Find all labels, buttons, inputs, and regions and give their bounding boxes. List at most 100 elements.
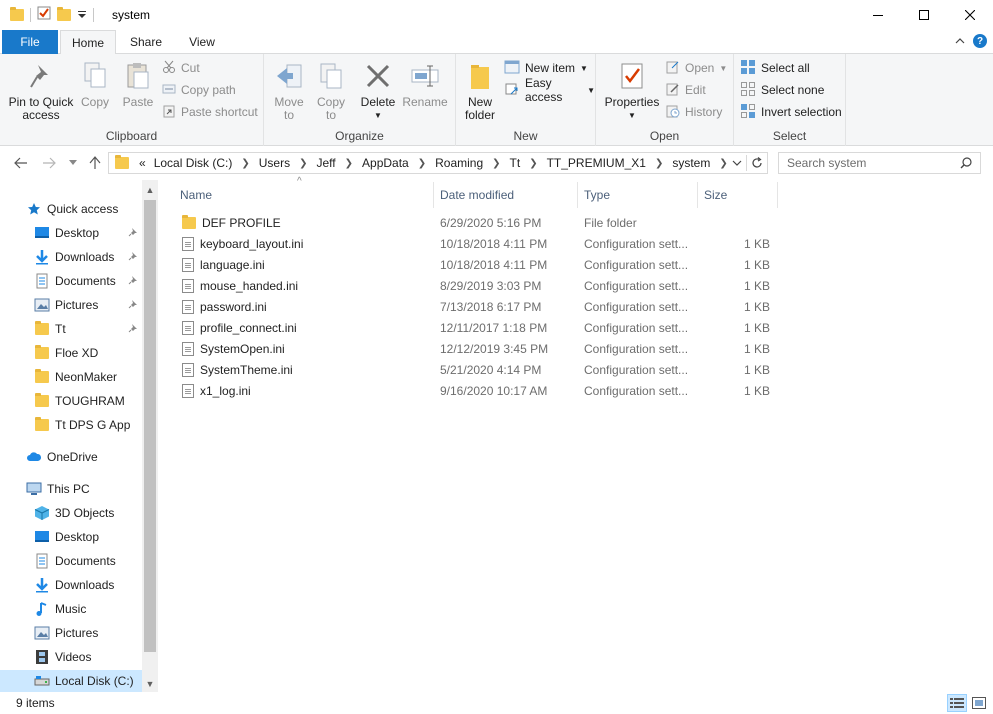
breadcrumb-item[interactable]: Jeff [313,156,340,170]
customize-qat-icon[interactable] [77,8,87,22]
cut-button[interactable]: Cut [162,58,200,78]
pin-icon[interactable] [128,250,138,264]
help-icon[interactable]: ? [973,34,987,48]
nav-item-pc-desktop[interactable]: Desktop [34,526,140,548]
tab-file[interactable]: File [2,30,58,54]
nav-quick-access[interactable]: Quick access [26,198,140,220]
breadcrumb-item[interactable]: system [668,156,714,170]
move-to-button[interactable]: Move to [272,60,306,122]
column-header-name[interactable]: Name [174,182,434,208]
nav-this-pc[interactable]: This PC [26,478,140,500]
nav-item-pc-pictures[interactable]: Pictures [34,622,140,644]
expand-ribbon-icon[interactable] [955,34,965,48]
file-row[interactable]: SystemTheme.ini 5/21/2020 4:14 PM Config… [174,359,778,380]
chevron-right-icon[interactable]: ❯ [524,158,542,169]
select-all-button[interactable]: Select all [740,58,810,78]
invert-selection-button[interactable]: Invert selection [740,102,842,122]
nav-item-music[interactable]: Music [34,598,140,620]
file-row[interactable]: language.ini 10/18/2018 4:11 PM Configur… [174,254,778,275]
open-button[interactable]: Open ▼ [666,58,727,78]
breadcrumb-item[interactable]: Local Disk (C:) [150,156,237,170]
breadcrumb-item[interactable]: AppData [358,156,413,170]
up-button[interactable] [86,154,104,172]
paste-button[interactable]: Paste [118,60,158,109]
pin-icon[interactable] [128,322,138,336]
nav-item-3d-objects[interactable]: 3D Objects [34,502,140,524]
search-box[interactable] [778,152,981,174]
address-bar[interactable]: « Local Disk (C:) ❯ Users ❯ Jeff ❯ AppDa… [108,152,768,174]
column-header-size[interactable]: Size [698,182,778,208]
scroll-down-icon[interactable]: ▼ [142,676,158,692]
nav-item-pictures[interactable]: Pictures [34,294,140,316]
close-button[interactable] [947,0,993,30]
select-none-button[interactable]: Select none [740,80,824,100]
breadcrumb-item[interactable]: Users [255,156,294,170]
breadcrumb-item[interactable]: Roaming [431,156,487,170]
nav-onedrive[interactable]: OneDrive [26,446,140,468]
easy-access-button[interactable]: Easy access ▼ [504,76,595,104]
pin-to-quick-access-button[interactable]: Pin to Quick access [8,60,74,122]
refresh-icon[interactable] [747,157,767,169]
file-row[interactable]: profile_connect.ini 12/11/2017 1:18 PM C… [174,317,778,338]
chevron-right-icon[interactable]: ❯ [236,158,254,169]
history-button[interactable]: History [666,102,722,122]
pin-icon[interactable] [128,274,138,288]
search-input[interactable] [787,156,957,170]
nav-item-local-disk[interactable]: Local Disk (C:) [0,670,142,692]
properties-button[interactable]: Properties ▼ [604,60,660,122]
nav-item-tt-dps-g-app[interactable]: Tt DPS G App [34,414,140,436]
tab-share[interactable]: Share [120,30,172,54]
address-dropdown-icon[interactable] [728,160,746,166]
chevron-right-icon[interactable]: ❯ [650,158,668,169]
breadcrumb-overflow[interactable]: « [135,156,150,170]
file-row[interactable]: x1_log.ini 9/16/2020 10:17 AM Configurat… [174,380,778,401]
tab-home[interactable]: Home [60,30,116,55]
paste-shortcut-button[interactable]: Paste shortcut [162,102,258,122]
column-header-date[interactable]: Date modified [434,182,578,208]
new-folder-icon[interactable] [57,6,71,21]
nav-item-floe-xd[interactable]: Floe XD [34,342,140,364]
pin-icon[interactable] [128,298,138,312]
nav-item-pc-downloads[interactable]: Downloads [34,574,140,596]
delete-button[interactable]: Delete ▼ [360,60,396,122]
nav-scrollbar[interactable]: ▲ ▼ [142,180,158,692]
scroll-up-icon[interactable]: ▲ [142,182,158,198]
minimize-button[interactable] [855,0,901,30]
nav-item-toughram[interactable]: TOUGHRAM [34,390,140,412]
file-row[interactable]: password.ini 7/13/2018 6:17 PM Configura… [174,296,778,317]
copy-to-button[interactable]: Copy to [314,60,348,122]
maximize-button[interactable] [901,0,947,30]
nav-item-tt[interactable]: Tt [34,318,140,340]
nav-item-neonmaker[interactable]: NeonMaker [34,366,140,388]
properties-check-icon[interactable] [37,6,51,23]
nav-item-downloads[interactable]: Downloads [34,246,140,268]
rename-button[interactable]: Rename [402,60,448,109]
file-row[interactable]: keyboard_layout.ini 10/18/2018 4:11 PM C… [174,233,778,254]
new-folder-button[interactable]: New folder [462,60,498,122]
chevron-right-icon[interactable]: ❯ [340,158,358,169]
scroll-thumb[interactable] [144,200,156,652]
details-view-button[interactable] [947,694,967,712]
copy-path-button[interactable]: Copy path [162,80,236,100]
column-header-type[interactable]: Type [578,182,698,208]
file-row[interactable]: SystemOpen.ini 12/12/2019 3:45 PM Config… [174,338,778,359]
pin-icon[interactable] [128,226,138,240]
nav-item-documents[interactable]: Documents [34,270,140,292]
recent-locations-button[interactable] [64,154,82,172]
search-icon[interactable] [960,157,972,172]
file-row[interactable]: DEF PROFILE 6/29/2020 5:16 PM File folde… [174,212,778,233]
nav-item-desktop[interactable]: Desktop [34,222,140,244]
back-button[interactable] [12,154,30,172]
edit-button[interactable]: Edit [666,80,706,100]
chevron-right-icon[interactable]: ❯ [294,158,312,169]
large-icons-view-button[interactable] [969,694,989,712]
breadcrumb-item[interactable]: TT_PREMIUM_X1 [543,156,650,170]
nav-item-pc-documents[interactable]: Documents [34,550,140,572]
copy-button[interactable]: Copy [78,60,112,109]
breadcrumb-item[interactable]: Tt [506,156,525,170]
tab-view[interactable]: View [176,30,228,54]
file-row[interactable]: mouse_handed.ini 8/29/2019 3:03 PM Confi… [174,275,778,296]
new-item-button[interactable]: New item ▼ [504,58,588,78]
forward-button[interactable] [40,154,58,172]
chevron-right-icon[interactable]: ❯ [487,158,505,169]
